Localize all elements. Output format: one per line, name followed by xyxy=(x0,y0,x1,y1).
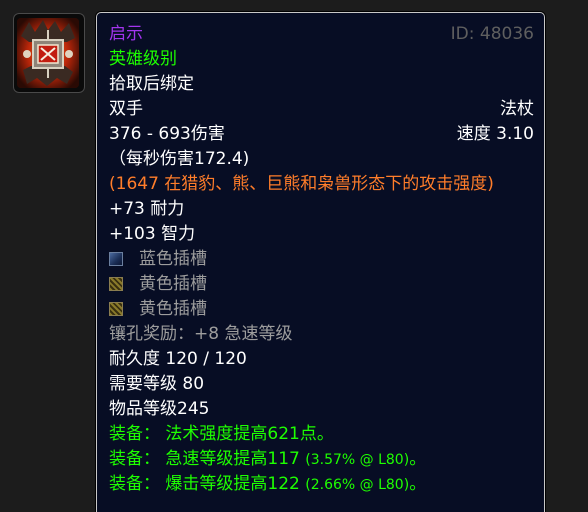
item-slot-line: 双手 法杖 xyxy=(109,97,534,122)
socket-yellow: 黄色插槽 xyxy=(109,272,534,297)
item-binding: 拾取后绑定 xyxy=(109,74,194,94)
socket-blue: 蓝色插槽 xyxy=(109,247,534,272)
yellow-socket-icon xyxy=(109,277,123,291)
equip-note: (2.66% @ L80) xyxy=(305,477,410,493)
equip-text: 爆击等级提高122 xyxy=(165,474,300,494)
item-speed: 速度 3.10 xyxy=(456,124,534,144)
item-damage-line: 376 - 693伤害 速度 3.10 xyxy=(109,122,534,147)
equip-prefix: 装备： xyxy=(109,424,160,444)
equip-prefix: 装备： xyxy=(109,449,160,469)
item-stamina: +73 耐力 xyxy=(109,199,185,219)
item-id: ID: 48036 xyxy=(450,24,534,44)
item-weapon-type: 法杖 xyxy=(500,99,534,119)
item-damage: 376 - 693伤害 xyxy=(109,124,225,144)
socket-yellow: 黄色插槽 xyxy=(109,297,534,322)
equip-note: (3.57% @ L80) xyxy=(305,452,410,468)
item-durability: 耐久度 120 / 120 xyxy=(109,349,247,369)
item-intellect: +103 智力 xyxy=(109,224,196,244)
item-icon-frame[interactable] xyxy=(13,13,85,93)
item-name: 启示 xyxy=(109,24,143,44)
socket-label: 黄色插槽 xyxy=(139,299,207,319)
equip-text: 法术强度提高621点。 xyxy=(165,424,334,444)
equip-prefix: 装备： xyxy=(109,474,160,494)
equip-effect: 装备： 爆击等级提高122 (2.66% @ L80)。 xyxy=(109,472,534,497)
staff-icon[interactable] xyxy=(17,18,79,88)
item-tooltip: 启示 ID: 48036 英雄级别 拾取后绑定 双手 法杖 376 - 693伤… xyxy=(96,12,545,512)
item-hand: 双手 xyxy=(109,99,143,119)
blue-socket-icon xyxy=(109,252,123,266)
item-level: 物品等级245 xyxy=(109,399,210,419)
equip-suffix: 。 xyxy=(409,449,427,469)
socket-label: 黄色插槽 xyxy=(139,274,207,294)
yellow-socket-icon xyxy=(109,302,123,316)
socket-label: 蓝色插槽 xyxy=(139,249,207,269)
item-header-line: 启示 ID: 48036 xyxy=(109,22,534,47)
equip-suffix: 。 xyxy=(409,474,427,494)
equip-effect: 装备： 法术强度提高621点。 xyxy=(109,422,534,447)
item-feral-ap: (1647 在猎豹、熊、巨熊和枭兽形态下的攻击强度) xyxy=(109,174,494,194)
item-required-level: 需要等级 80 xyxy=(109,374,205,394)
item-dps: （每秒伤害172.4) xyxy=(109,149,250,169)
equip-effect: 装备： 急速等级提高117 (3.57% @ L80)。 xyxy=(109,447,534,472)
equip-text: 急速等级提高117 xyxy=(165,449,300,469)
item-quality: 英雄级别 xyxy=(109,49,177,69)
socket-bonus: 镶孔奖励：+8 急速等级 xyxy=(109,324,293,344)
